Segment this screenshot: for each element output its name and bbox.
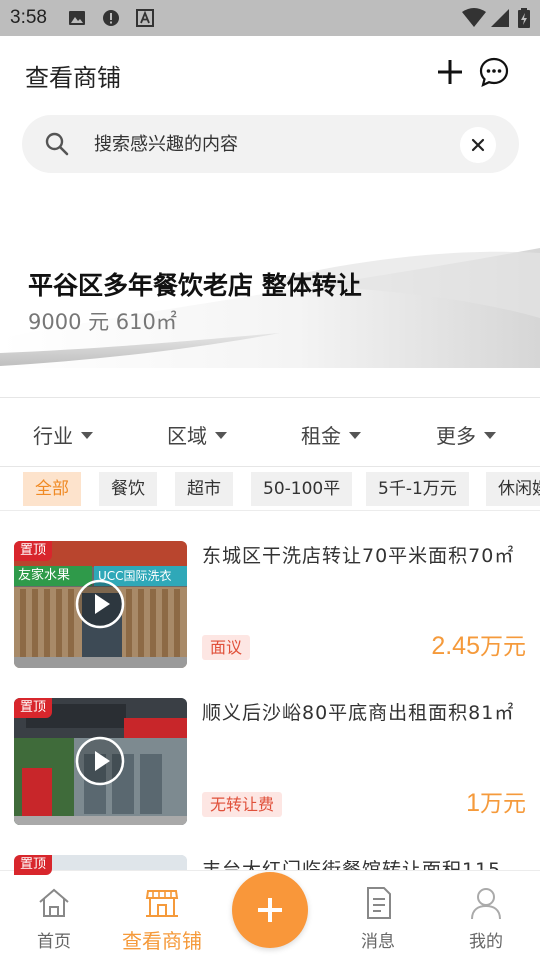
play-icon[interactable] <box>75 579 125 629</box>
page-title: 查看商铺 <box>25 64 121 92</box>
listing-item[interactable]: 置顶 顺义后沙峪80平底商出租面积81㎡ 无转让费 1万元 <box>0 668 540 825</box>
tag-supermarket[interactable]: 超市 <box>175 472 233 506</box>
listing-item[interactable]: 友家水果 UCC国际洗衣 置顶 东城区干洗店转让70平米面积70㎡ 面议 2.4… <box>0 511 540 668</box>
publish-button[interactable] <box>232 872 308 948</box>
listing-badge: 无转让费 <box>202 792 283 817</box>
listing-title: 顺义后沙峪80平底商出租面积81㎡ <box>202 702 515 724</box>
alert-icon <box>103 10 119 26</box>
battery-icon <box>518 8 530 28</box>
tab-home[interactable]: 首页 <box>14 885 94 952</box>
banner-title: 平谷区多年餐饮老店 整体转让 <box>28 271 362 300</box>
home-icon <box>39 888 69 917</box>
person-icon <box>471 888 501 920</box>
status-time: 3:58 <box>10 7 47 28</box>
filter-label: 租金 <box>301 424 341 448</box>
caret-down-icon <box>81 432 93 439</box>
listing-price: 2.45万元 <box>431 627 526 661</box>
tab-messages[interactable]: 消息 <box>338 885 418 952</box>
banner[interactable]: 平谷区多年餐饮老店 整体转让 9000 元 610㎡ <box>0 188 540 368</box>
search-input[interactable]: 搜索感兴趣的内容 <box>94 130 238 156</box>
tab-profile[interactable]: 我的 <box>446 885 526 952</box>
quick-tags: 全部 餐饮 超市 50-100平 5千-1万元 休闲娱 <box>0 472 540 508</box>
caret-down-icon <box>484 432 496 439</box>
price-unit: 万元 <box>480 791 526 817</box>
tab-view-shops[interactable]: 查看商铺 <box>110 885 214 954</box>
search-bar[interactable]: 搜索感兴趣的内容 <box>22 115 519 173</box>
status-bar: 3:58 <box>0 0 540 36</box>
header: 查看商铺 <box>0 36 540 110</box>
tag-all[interactable]: 全部 <box>23 472 81 506</box>
tag-dining[interactable]: 餐饮 <box>99 472 157 506</box>
price-number: 2.45 <box>431 632 480 660</box>
listing-title: 东城区干洗店转让70平米面积70㎡ <box>202 545 515 567</box>
caret-down-icon <box>349 432 361 439</box>
price-unit: 万元 <box>480 634 526 660</box>
filter-label: 行业 <box>33 424 73 448</box>
tab-label: 首页 <box>37 932 71 952</box>
chat-bubble-icon[interactable] <box>478 56 510 88</box>
filter-industry[interactable]: 行业 <box>33 420 93 449</box>
tag-area-50-100[interactable]: 50-100平 <box>251 472 353 506</box>
listing-thumbnail[interactable]: 置顶 <box>14 698 187 825</box>
listing-badge: 面议 <box>202 635 251 660</box>
plus-icon[interactable] <box>434 56 466 88</box>
filter-more[interactable]: 更多 <box>436 420 496 449</box>
search-icon <box>45 132 69 156</box>
filter-bar: 行业 区域 租金 更多 <box>0 397 540 467</box>
pinned-badge: 置顶 <box>14 698 53 718</box>
page: 3:58 查看商铺 搜索感兴趣的内容 平谷区多年餐饮老店 整体转让 9000 元… <box>0 0 540 960</box>
listing-price: 1万元 <box>466 784 526 818</box>
image-icon <box>69 11 85 25</box>
banner-subtitle: 9000 元 610㎡ <box>28 310 177 334</box>
caret-down-icon <box>215 432 227 439</box>
tab-label: 查看商铺 <box>122 929 202 953</box>
price-number: 1 <box>466 789 480 817</box>
close-icon[interactable] <box>460 127 496 163</box>
plus-icon <box>258 898 282 922</box>
listing-thumbnail[interactable]: 友家水果 UCC国际洗衣 置顶 <box>14 541 187 668</box>
tab-label: 我的 <box>469 932 503 952</box>
pinned-badge: 置顶 <box>14 855 53 875</box>
tag-leisure[interactable]: 休闲娱 <box>486 472 540 506</box>
filter-label: 区域 <box>167 424 207 448</box>
tab-label: 消息 <box>361 932 395 952</box>
play-icon[interactable] <box>75 736 125 786</box>
filter-label: 更多 <box>436 424 476 448</box>
pinned-badge: 置顶 <box>14 541 53 561</box>
filter-rent[interactable]: 租金 <box>301 420 361 449</box>
document-icon <box>367 887 391 919</box>
wifi-icon <box>462 8 486 27</box>
tag-rent-5k-10k[interactable]: 5千-1万元 <box>366 472 469 506</box>
font-icon <box>136 9 154 27</box>
storefront-icon <box>145 890 179 917</box>
filter-region[interactable]: 区域 <box>167 420 227 449</box>
signal-icon <box>491 9 509 27</box>
